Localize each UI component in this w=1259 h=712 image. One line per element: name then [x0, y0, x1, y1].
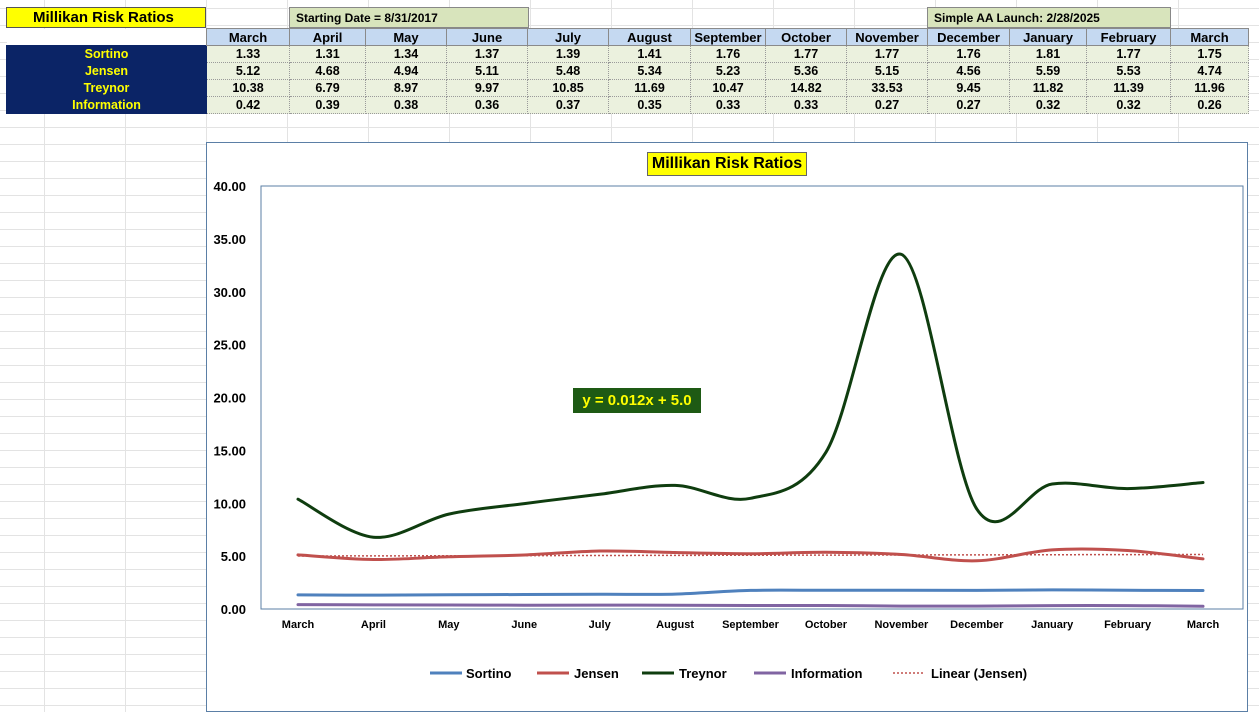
x-tick-label: December — [950, 619, 1004, 631]
x-tick-label: March — [1187, 619, 1220, 631]
x-tick-label: January — [1031, 619, 1074, 631]
legend-label-sortino: Sortino — [466, 666, 512, 681]
y-tick-label: 0.00 — [221, 602, 246, 617]
y-tick-label: 20.00 — [213, 391, 246, 406]
x-tick-label: June — [511, 619, 537, 631]
x-tick-label: April — [361, 619, 386, 631]
x-tick-label: February — [1104, 619, 1152, 631]
y-tick-label: 40.00 — [213, 179, 246, 194]
x-tick-label: October — [805, 619, 848, 631]
x-tick-label: March — [282, 619, 315, 631]
x-tick-label: September — [722, 619, 780, 631]
x-tick-label: July — [589, 619, 612, 631]
y-tick-label: 5.00 — [221, 549, 246, 564]
y-tick-label: 10.00 — [213, 496, 246, 511]
legend-label-information: Information — [791, 666, 863, 681]
plot-area-border — [260, 185, 1244, 610]
legend-label-treynor: Treynor — [679, 666, 727, 681]
y-tick-label: 30.00 — [213, 285, 246, 300]
chart-title[interactable]: Millikan Risk Ratios — [647, 152, 807, 176]
series-line-information — [296, 603, 1205, 608]
y-tick-label: 25.00 — [213, 338, 246, 353]
legend-label-linear-jensen: Linear (Jensen) — [931, 666, 1027, 681]
x-tick-label: November — [874, 619, 929, 631]
line-chart: 0.00 5.00 10.00 15.00 20.00 25.00 30.00 35.00 40… — [213, 179, 1244, 681]
series-line-treynor — [296, 252, 1205, 539]
x-tick-label: August — [656, 619, 694, 631]
x-tick-label: May — [438, 619, 460, 631]
y-tick-label: 35.00 — [213, 232, 246, 247]
legend-label-jensen: Jensen — [574, 666, 619, 681]
y-tick-label: 15.00 — [213, 443, 246, 458]
trendline-equation[interactable]: y = 0.012x + 5.0 — [573, 388, 701, 413]
series-line-sortino — [296, 588, 1205, 597]
